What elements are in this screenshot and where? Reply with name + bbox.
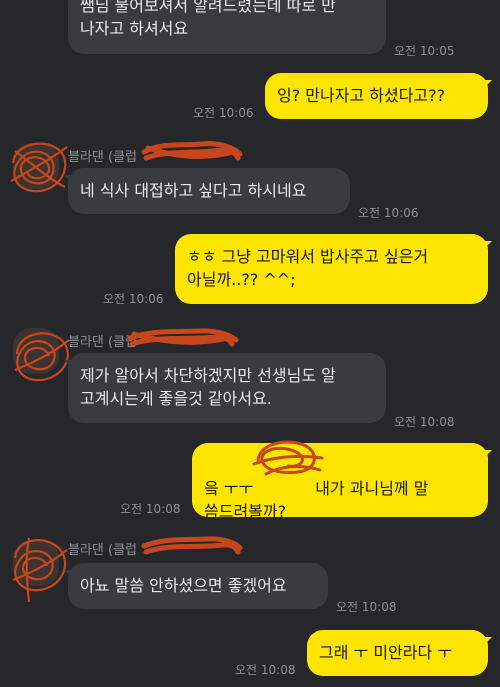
incoming-message-bubble[interactable]: 쌤님 물어보셔서 알려드렸는데 따로 만 나자고 하셔서요 (68, 0, 386, 54)
sender-avatar[interactable] (12, 537, 68, 603)
bubble-tail (484, 80, 492, 88)
message-timestamp: 오전 10:08 (235, 663, 296, 677)
redaction-scribble-icon (10, 142, 68, 193)
outgoing-message-bubble[interactable]: 그래 ㅜ 미안라다 ㅜ (307, 630, 488, 676)
outgoing-message-bubble[interactable]: 읔 ㅜㅜ 내가 과니님께 말 씀드려볼까? (192, 443, 488, 521)
bubble-tail (484, 637, 492, 645)
message-timestamp: 오전 10:05 (394, 44, 455, 58)
sender-name: 블라댄 (클럽 (68, 543, 138, 558)
redaction-scribble-icon (252, 440, 324, 476)
outgoing-message-bubble[interactable]: 잉? 만나자고 하셨다고?? (265, 73, 488, 119)
sender-avatar[interactable] (13, 328, 70, 382)
message-timestamp: 오전 10:08 (336, 600, 397, 614)
redaction-scribble-icon (12, 537, 68, 603)
bubble-tail (64, 360, 72, 368)
message-timestamp: 오전 10:06 (193, 106, 254, 120)
sender-name: 블라댄 (클럽 (68, 150, 138, 165)
message-text-start: 읔 ㅜㅜ (204, 479, 254, 498)
message-timestamp: 오전 10:08 (120, 502, 181, 516)
bubble-tail (64, 175, 72, 183)
message-timestamp: 오전 10:06 (103, 292, 164, 306)
incoming-message-bubble[interactable]: 제가 알아서 차단하겠지만 선생님도 알 고계시는게 좋을것 같아서요. (68, 353, 386, 423)
bubble-tail (484, 450, 492, 458)
incoming-message-bubble[interactable]: 네 식사 대접하고 싶다고 하시네요 (68, 168, 350, 214)
incoming-message-bubble[interactable]: 아뇨 말씀 안하셨으면 좋겠어요 (68, 563, 328, 609)
bubble-tail (64, 570, 72, 578)
bubble-tail (484, 241, 492, 249)
message-timestamp: 오전 10:06 (358, 206, 419, 220)
redaction-scribble-icon (141, 141, 243, 161)
redaction-scribble-icon (127, 328, 239, 347)
sender-name: 블라댄 (클럽 (68, 335, 138, 350)
redaction-scribble-icon (14, 332, 70, 382)
message-timestamp: 오전 10:08 (394, 415, 455, 429)
redaction-scribble-icon (141, 536, 243, 555)
outgoing-message-bubble[interactable]: ㅎㅎ 그냥 고마워서 밥사주고 싶은거 아닐까..?? ^^; (175, 234, 488, 304)
sender-avatar[interactable] (10, 142, 68, 193)
